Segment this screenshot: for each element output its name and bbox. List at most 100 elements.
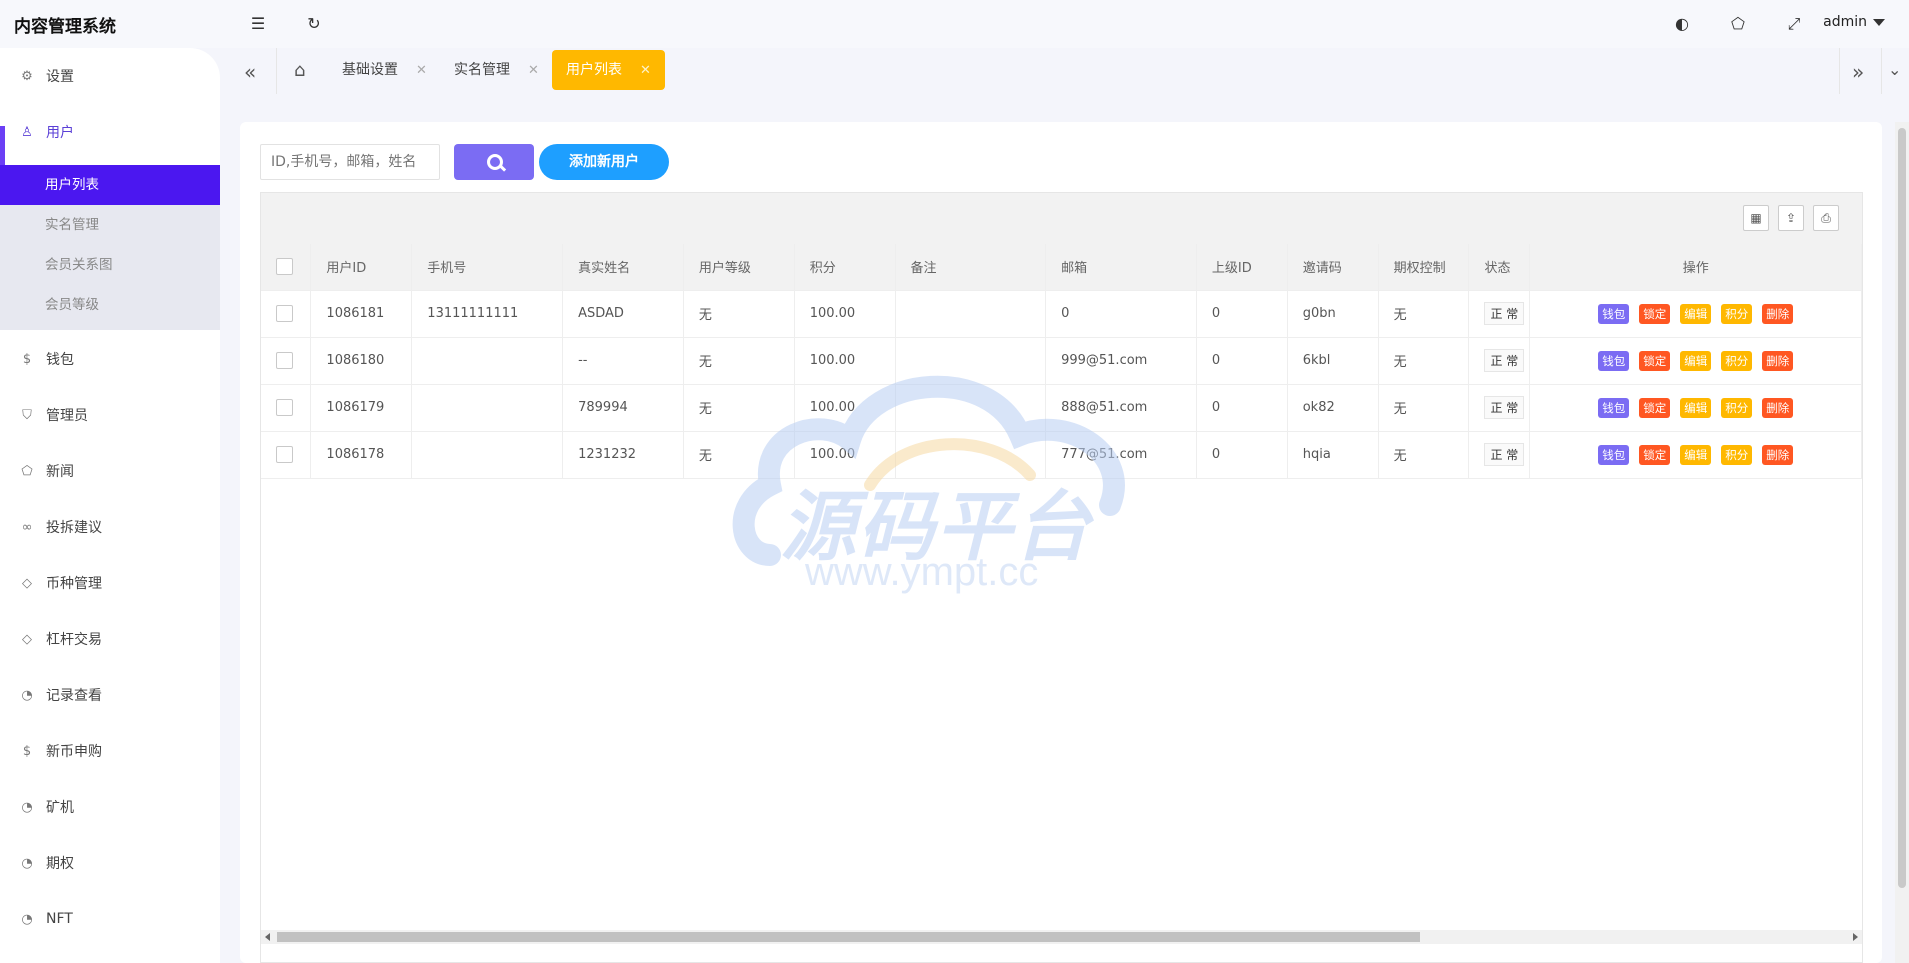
sidebar-item-ico[interactable]: $ 新币申购 [0, 731, 220, 771]
edit-button[interactable]: 编辑 [1680, 303, 1712, 324]
sidebar-item-suggestions[interactable]: ∞ 投拆建议 [0, 507, 220, 547]
search-input[interactable] [260, 144, 440, 180]
fullscreen-icon[interactable]: ⤢ [1784, 14, 1804, 34]
wallet-button[interactable]: 钱包 [1598, 303, 1630, 324]
scroll-left-icon[interactable] [265, 933, 270, 941]
wallet-button[interactable]: 钱包 [1598, 397, 1630, 418]
cell-option-control: 无 [1378, 384, 1470, 432]
wallet-button[interactable]: 钱包 [1598, 350, 1630, 371]
lock-button[interactable]: 锁定 [1639, 444, 1671, 465]
points-button[interactable]: 积分 [1721, 303, 1753, 324]
column-header[interactable]: 邮箱 [1045, 244, 1197, 291]
horizontal-scrollbar[interactable] [261, 930, 1862, 944]
palette-icon[interactable]: ◐ [1672, 14, 1692, 34]
status-badge[interactable]: 正 常 [1484, 302, 1525, 325]
search-button[interactable] [454, 144, 534, 180]
sidebar-item-wallet[interactable]: $ 钱包 [0, 339, 220, 379]
close-icon[interactable]: ✕ [640, 63, 651, 78]
edit-button[interactable]: 编辑 [1680, 444, 1712, 465]
sidebar-item-admin[interactable]: ⛉ 管理员 [0, 395, 220, 435]
tab-divider [1839, 48, 1840, 94]
submenu-item-member-level[interactable]: 会员等级 [0, 285, 220, 325]
select-all-checkbox[interactable] [276, 258, 293, 276]
sidebar-item-nft[interactable]: ◔ NFT [0, 899, 220, 939]
print-icon[interactable]: ⎙ [1813, 205, 1839, 231]
column-header[interactable]: 积分 [794, 244, 896, 291]
scrollbar-thumb[interactable] [277, 932, 1420, 942]
column-header[interactable]: 手机号 [411, 244, 564, 291]
export-icon[interactable]: ⇪ [1778, 205, 1804, 231]
submenu-item-relation-graph[interactable]: 会员关系图 [0, 245, 220, 285]
wallet-button[interactable]: 钱包 [1598, 444, 1630, 465]
add-user-button[interactable]: 添加新用户 [539, 144, 669, 180]
row-checkbox[interactable] [276, 399, 293, 416]
column-header[interactable]: 用户ID [310, 244, 413, 291]
row-checkbox[interactable] [276, 446, 293, 463]
row-checkbox[interactable] [276, 305, 293, 322]
tab-label: 用户列表 [566, 62, 622, 78]
cell-note [895, 290, 1047, 338]
home-icon[interactable]: ⌂ [294, 60, 305, 81]
status-badge[interactable]: 正 常 [1484, 349, 1525, 372]
lock-button[interactable]: 锁定 [1639, 350, 1671, 371]
user-menu[interactable]: admin [1823, 14, 1885, 30]
sidebar-item-news[interactable]: ⬠ 新闻 [0, 451, 220, 491]
cell-option-control: 无 [1378, 431, 1470, 479]
points-button[interactable]: 积分 [1721, 350, 1753, 371]
cell-phone [411, 384, 564, 432]
tag-icon[interactable]: ⬠ [1728, 14, 1748, 34]
lock-button[interactable]: 锁定 [1639, 303, 1671, 324]
points-button[interactable]: 积分 [1721, 397, 1753, 418]
delete-button[interactable]: 删除 [1762, 397, 1794, 418]
sidebar-item-label: 杠杆交易 [46, 632, 102, 648]
sidebar-item-settings[interactable]: ⚙ 设置 [0, 56, 220, 96]
submenu-item-user-list[interactable]: 用户列表 [0, 165, 220, 205]
submenu-item-real-name[interactable]: 实名管理 [0, 205, 220, 245]
menu-collapse-icon[interactable]: ☰ [248, 14, 268, 34]
cell-user-id: 1086178 [310, 431, 413, 479]
column-header[interactable]: 上级ID [1196, 244, 1288, 291]
row-checkbox[interactable] [276, 352, 293, 369]
scroll-right-icon[interactable] [1853, 933, 1858, 941]
points-button[interactable]: 积分 [1721, 444, 1753, 465]
delete-button[interactable]: 删除 [1762, 444, 1794, 465]
sidebar-item-options[interactable]: ◔ 期权 [0, 843, 220, 883]
edit-button[interactable]: 编辑 [1680, 397, 1712, 418]
scrollbar-thumb[interactable] [1898, 128, 1906, 888]
chevron-down-icon[interactable]: ⌄ [1888, 60, 1901, 79]
column-header[interactable]: 状态 [1468, 244, 1531, 291]
edit-button[interactable]: 编辑 [1680, 350, 1712, 371]
close-icon[interactable]: ✕ [528, 63, 539, 78]
refresh-icon[interactable]: ↻ [304, 14, 324, 34]
column-header[interactable]: 备注 [895, 244, 1047, 291]
sidebar-item-miner[interactable]: ◔ 矿机 [0, 787, 220, 827]
double-chevron-left-icon[interactable]: « [244, 60, 256, 84]
sidebar-item-currency[interactable]: ◇ 币种管理 [0, 563, 220, 603]
sidebar-item-leverage[interactable]: ◇ 杠杆交易 [0, 619, 220, 659]
column-header[interactable]: 期权控制 [1378, 244, 1470, 291]
delete-button[interactable]: 删除 [1762, 350, 1794, 371]
column-header[interactable]: 用户等级 [683, 244, 795, 291]
cell-actions: 钱包 锁定 编辑 积分 删除 [1529, 290, 1862, 338]
row-checkbox-cell [261, 384, 312, 432]
tab-basic-settings[interactable]: 基础设置 ✕ [342, 50, 427, 90]
column-header[interactable]: 邀请码 [1287, 244, 1379, 291]
double-chevron-right-icon[interactable]: » [1852, 60, 1864, 84]
vertical-scrollbar[interactable] [1895, 122, 1909, 963]
table-header-row: 用户ID 手机号 真实姓名 用户等级 积分 备注 邮箱 上级ID 邀请码 期权控… [261, 244, 1862, 291]
cell-invite-code: g0bn [1287, 290, 1379, 338]
status-badge[interactable]: 正 常 [1484, 396, 1525, 419]
delete-button[interactable]: 删除 [1762, 303, 1794, 324]
columns-filter-icon[interactable]: ▦ [1743, 205, 1769, 231]
cell-real-name: ASDAD [562, 290, 684, 338]
tab-real-name[interactable]: 实名管理 ✕ [454, 50, 539, 90]
tab-user-list[interactable]: 用户列表 ✕ [552, 50, 665, 90]
cell-option-control: 无 [1378, 337, 1470, 385]
lock-button[interactable]: 锁定 [1639, 397, 1671, 418]
row-checkbox-cell [261, 337, 312, 385]
sidebar-item-user[interactable]: ♙ 用户 [0, 112, 220, 152]
sidebar-item-records[interactable]: ◔ 记录查看 [0, 675, 220, 715]
close-icon[interactable]: ✕ [416, 63, 427, 78]
column-header[interactable]: 真实姓名 [562, 244, 684, 291]
status-badge[interactable]: 正 常 [1484, 443, 1525, 466]
